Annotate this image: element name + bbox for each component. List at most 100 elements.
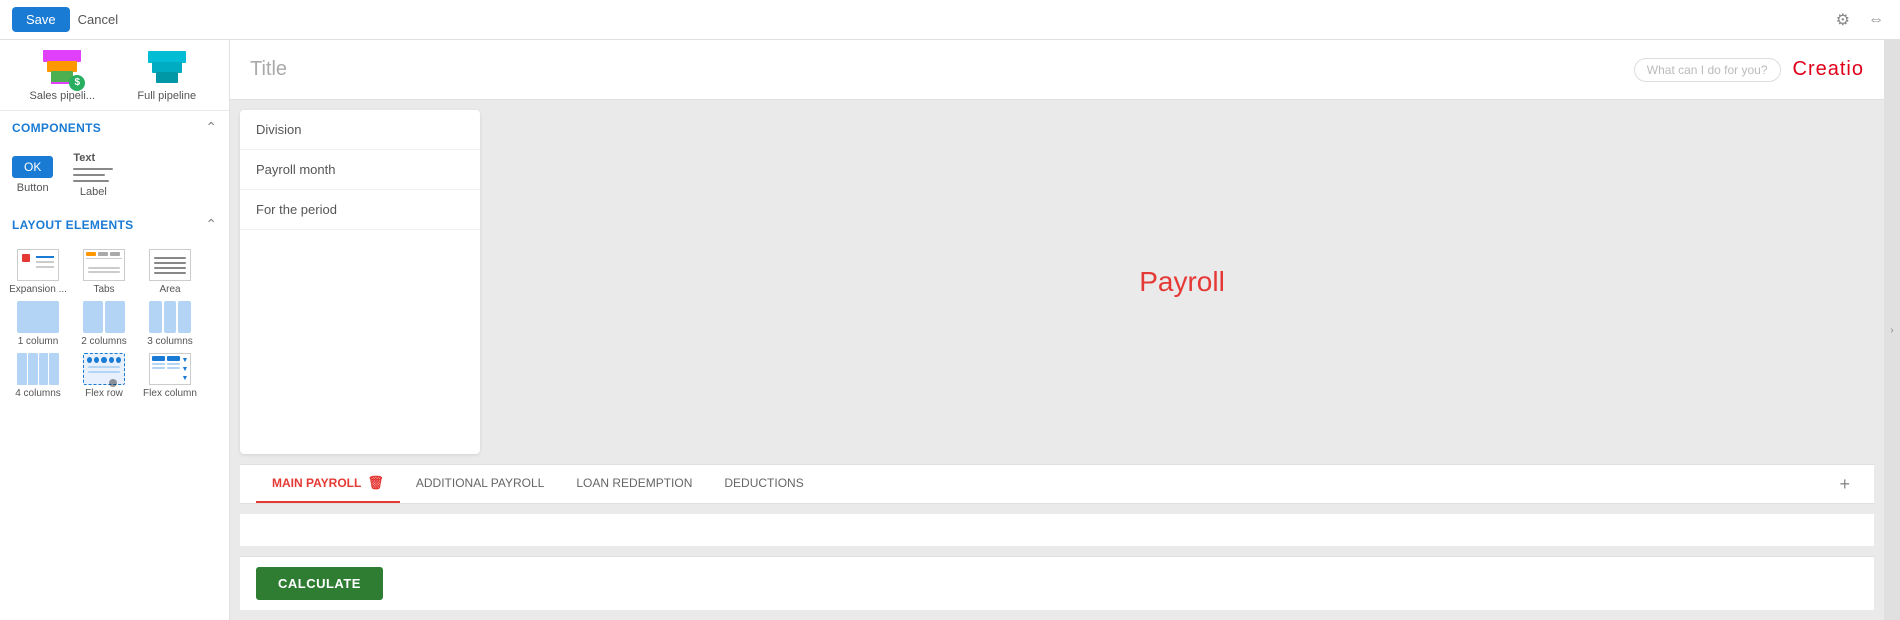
tabs-label: Tabs	[93, 284, 114, 295]
tab-main-payroll-label: MAIN PAYROLL	[272, 476, 361, 490]
form-row-division: Division	[240, 110, 480, 150]
calculate-button[interactable]: CALCULATE	[256, 567, 383, 600]
flexrow-dots	[87, 357, 121, 363]
layout-title: Layout elements	[12, 218, 133, 232]
title-bar: Title What can I do for you? Creatio	[230, 40, 1884, 100]
form-main-row: Division Payroll month For the period Pa…	[240, 110, 1874, 454]
button-preview: OK	[12, 156, 53, 178]
layout-item-4columns[interactable]: 4 columns	[8, 353, 68, 399]
right-collapse-button[interactable]: ›	[1884, 40, 1900, 620]
area-line-1	[154, 257, 186, 259]
layout-elements-grid: Expansion ... Tabs	[0, 241, 229, 409]
save-button[interactable]: Save	[12, 7, 70, 32]
3col-icon	[149, 301, 191, 333]
component-button[interactable]: OK Button	[12, 156, 53, 194]
settings-icon[interactable]: ⚙	[1832, 6, 1854, 34]
expansion-lines	[36, 256, 54, 268]
sidebar-item-full-pipeline[interactable]: Full pipeline	[115, 48, 220, 102]
cancel-button[interactable]: Cancel	[78, 12, 118, 27]
expansion-line-1	[36, 256, 54, 258]
tab-loan-redemption[interactable]: LOAN REDEMPTION	[560, 466, 708, 502]
content-area: Title What can I do for you? Creatio Div…	[230, 40, 1884, 620]
creatio-logo: Creatio	[1793, 58, 1864, 81]
3col-part-2	[164, 301, 177, 333]
flexcol-line-4	[167, 367, 180, 369]
layout-item-flexrow[interactable]: Flex row	[74, 353, 134, 399]
topbar-left: Save Cancel	[12, 7, 118, 32]
layout-chevron-icon: ⌃	[205, 216, 217, 233]
1col-label: 1 column	[18, 336, 59, 347]
4col-part-2	[28, 353, 38, 385]
4col-part-4	[49, 353, 59, 385]
3col-label: 3 columns	[147, 336, 193, 347]
tabs-body-icon	[86, 258, 122, 280]
layout-item-expansion[interactable]: Expansion ...	[8, 249, 68, 295]
full-pipeline-icon	[143, 48, 191, 88]
flexcol-icon: ▼ ▼ ▼	[149, 353, 191, 385]
components-chevron-icon: ⌃	[205, 119, 217, 136]
flexcol-label: Flex column	[143, 388, 197, 399]
1col-icon	[17, 301, 59, 333]
layout-item-area[interactable]: Area	[140, 249, 200, 295]
layout-item-2columns[interactable]: 2 columns	[74, 301, 134, 347]
tab-add-button[interactable]: +	[1831, 466, 1858, 503]
layout-item-tabs[interactable]: Tabs	[74, 249, 134, 295]
flexrow-line-1	[88, 366, 120, 368]
layout-item-1column[interactable]: 1 column	[8, 301, 68, 347]
expand-icon[interactable]: ⇔	[1864, 7, 1888, 33]
main-layout: $ Sales pipeli... Full pipeline Componen…	[0, 40, 1900, 620]
flexrow-dot-1	[87, 357, 92, 363]
layout-section-header[interactable]: Layout elements ⌃	[0, 208, 229, 241]
flexcol-col-2	[167, 356, 180, 382]
components-section-header[interactable]: Components ⌃	[0, 111, 229, 144]
tabs-body-line-1	[88, 267, 120, 269]
form-row-for-period: For the period	[240, 190, 480, 230]
ai-input[interactable]: What can I do for you?	[1634, 58, 1781, 82]
tab-dot-1	[98, 252, 108, 256]
components-grid: OK Button Text Label	[0, 144, 229, 208]
2col-part-1	[83, 301, 103, 333]
area-icon	[149, 249, 191, 281]
flexrow-dot-2	[94, 357, 99, 363]
expansion-label: Expansion ...	[9, 284, 67, 295]
sidebar-item-sales-pipeline[interactable]: $ Sales pipeli...	[10, 48, 115, 102]
title-bar-right: What can I do for you? Creatio	[1634, 58, 1864, 82]
area-label: Area	[159, 284, 180, 295]
pipeline-list: $ Sales pipeli... Full pipeline	[0, 40, 229, 111]
topbar: Save Cancel ⚙ ⇔	[0, 0, 1900, 40]
bottom-bar: CALCULATE	[240, 556, 1874, 610]
expansion-line-2	[36, 261, 54, 263]
flexcol-arrows: ▼ ▼ ▼	[182, 356, 188, 382]
expansion-line-3	[36, 266, 54, 268]
4col-part-1	[17, 353, 27, 385]
tab-content-area	[240, 514, 1874, 546]
tab-additional-payroll[interactable]: ADDITIONAL PAYROLL	[400, 466, 560, 502]
trash-icon[interactable]: 🗑	[367, 475, 384, 491]
label-component-label: Label	[80, 186, 107, 198]
tabs-body-line-2	[88, 271, 120, 273]
payroll-label: Payroll	[1139, 266, 1225, 298]
label-text-icon: Text	[73, 152, 113, 182]
tabs-header-icon	[84, 250, 124, 258]
layout-item-3columns[interactable]: 3 columns	[140, 301, 200, 347]
flexrow-dot-3	[101, 357, 106, 363]
layout-item-flexcolumn[interactable]: ▼ ▼ ▼ Flex column	[140, 353, 200, 399]
area-line-3	[154, 267, 186, 269]
flexcol-col-1	[152, 356, 165, 382]
flexcol-line-1	[152, 363, 165, 365]
form-card: Division Payroll month For the period	[240, 110, 480, 454]
sales-pipeline-label: Sales pipeli...	[30, 90, 95, 102]
flexrow-dot-4	[109, 357, 114, 363]
form-row-payroll-month: Payroll month	[240, 150, 480, 190]
tab-deductions[interactable]: DEDUCTIONS	[708, 466, 819, 502]
tab-main-payroll[interactable]: MAIN PAYROLL 🗑	[256, 465, 400, 503]
4col-icon	[17, 353, 59, 385]
tabs-bar: MAIN PAYROLL 🗑 ADDITIONAL PAYROLL LOAN R…	[240, 464, 1874, 504]
2col-part-2	[105, 301, 125, 333]
flexcol-dot-2	[167, 356, 180, 361]
tab-loan-redemption-label: LOAN REDEMPTION	[576, 476, 692, 490]
component-label[interactable]: Text Label	[73, 152, 113, 198]
form-row-empty	[240, 230, 480, 258]
2col-icon	[83, 301, 125, 333]
expansion-icon	[17, 249, 59, 281]
